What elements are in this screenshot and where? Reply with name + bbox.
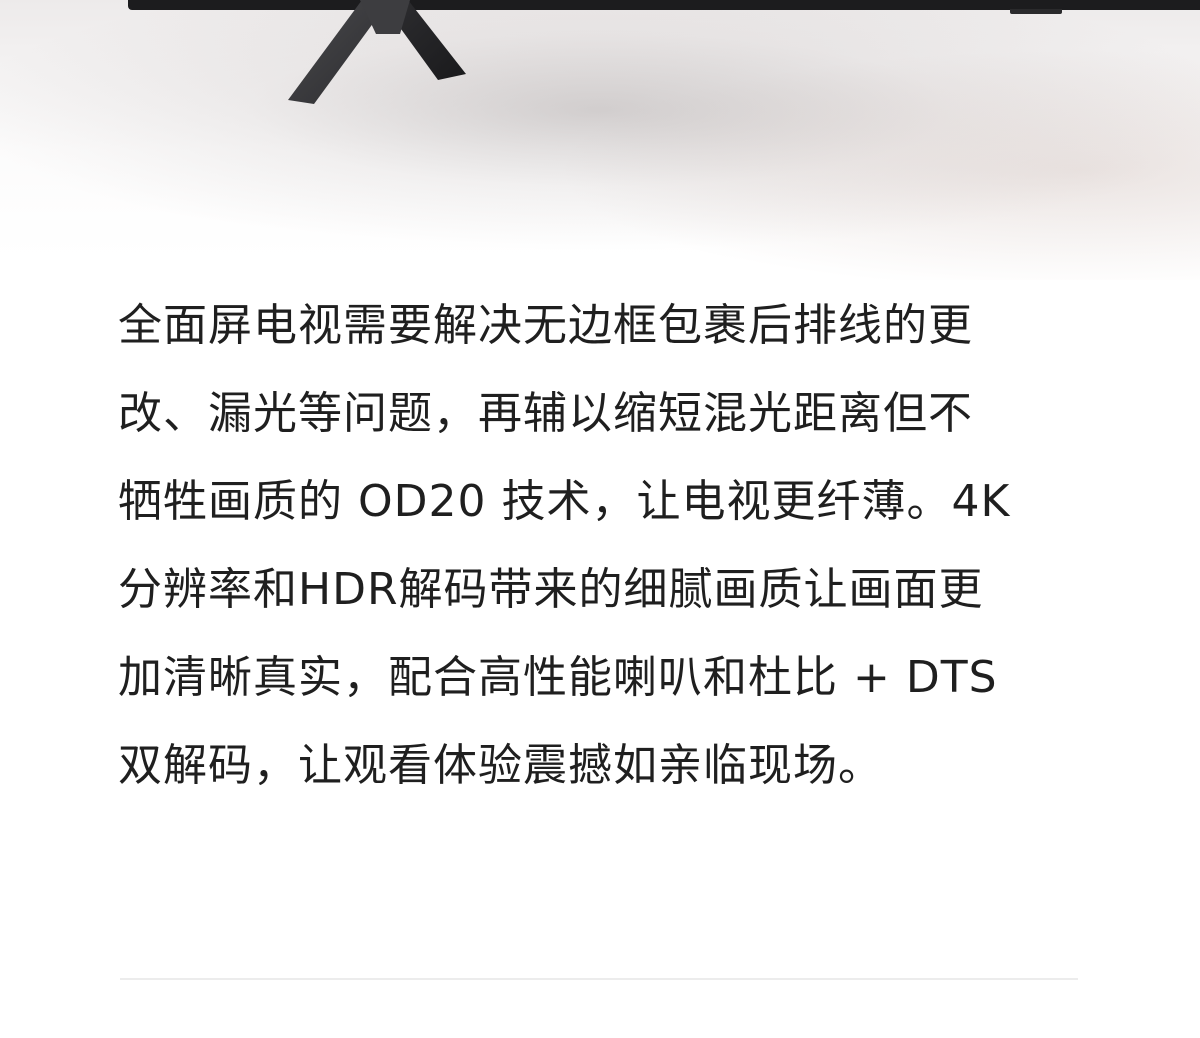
description-line: 改、漏光等问题，再辅以缩短混光距离但不: [118, 388, 973, 439]
tv-shadow-backdrop: [0, 0, 1200, 280]
product-detail-page: 全面屏电视需要解决无边框包裹后排线的更 改、漏光等问题，再辅以缩短混光距离但不 …: [0, 0, 1200, 1038]
description-line: 双解码，让观看体验震撼如亲临现场。: [118, 740, 883, 791]
description-line: 分辨率和HDR解码带来的细腻画质让画面更: [118, 564, 984, 615]
tv-stand-leg: [288, 0, 466, 104]
section-divider: [120, 978, 1078, 980]
tv-indicator-strip: [1010, 9, 1062, 14]
product-description: 全面屏电视需要解决无边框包裹后排线的更 改、漏光等问题，再辅以缩短混光距离但不 …: [118, 282, 1093, 810]
description-line: 牺牲画质的 OD20 技术，让电视更纤薄。4K: [118, 476, 1011, 527]
description-line: 全面屏电视需要解决无边框包裹后排线的更: [118, 300, 973, 351]
description-line: 加清晰真实，配合高性能喇叭和杜比 + DTS: [118, 652, 998, 703]
